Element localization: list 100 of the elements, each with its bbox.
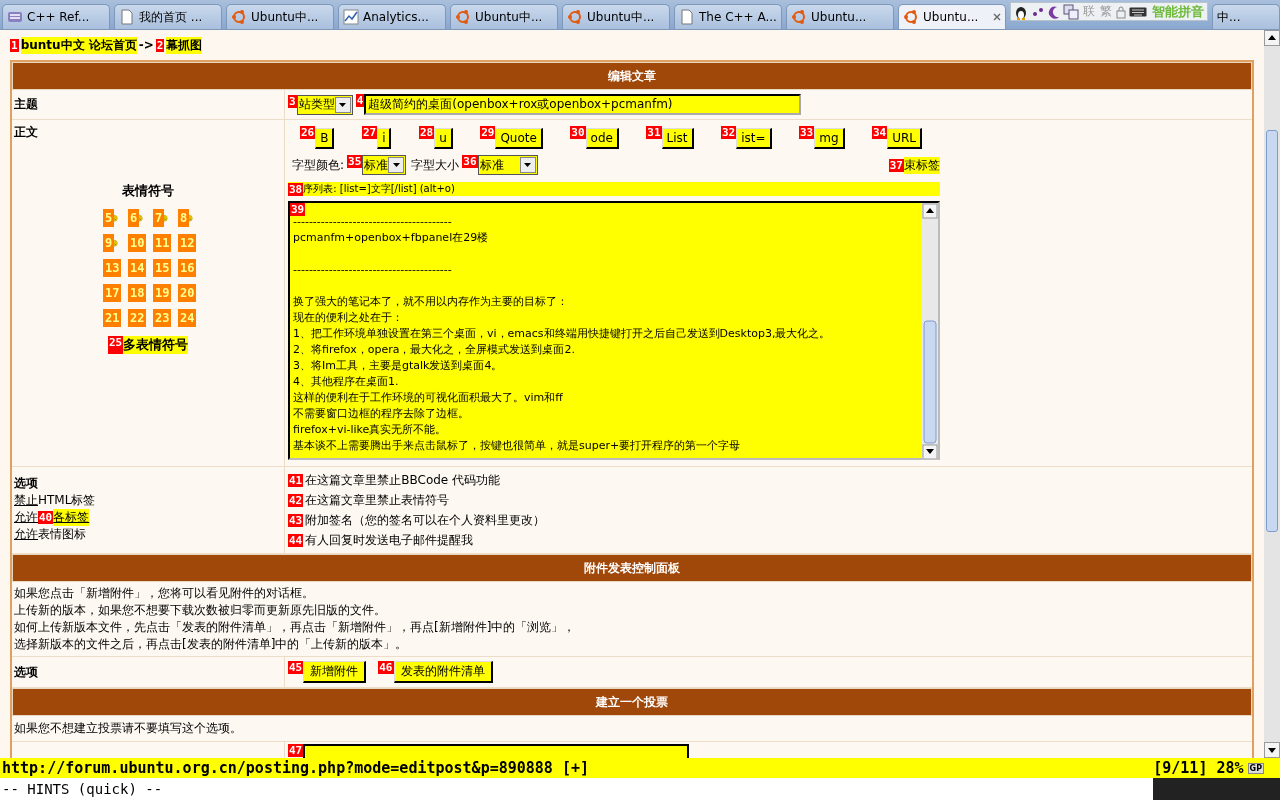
checkbox-label: 附加签名（您的签名可以在个人资料里更改）: [305, 511, 546, 529]
browser-tab[interactable]: C++ Ref...: [2, 4, 110, 29]
smilies-heading: 表情符号: [121, 182, 175, 200]
message-textarea[interactable]: 39 ---------------------------------------- pcmanfm+openbox+fbpanel在29楼 ---------------------------------------- 换了强大的笔记本了，就不用以内存作为主要的目标了： 现在的便利之处在于： 1、把工作环境单独设置在第三个桌面，vi，emacs和终端用快捷键打开之后自己发送到Desktop3,最大化之。 2、将firefox，opera，最大化之，全屏模式发送到桌面2. 3、将Im工具，主要是gtalk发送到桌面4。 4、其他程序在桌面1. 这样的便利在于工作环境的可视化面积最大了。vim和ff 不需要窗口边框的程序去除了边框。 firefox+vi-like真实无所不能。 基本谈不上需要腾出手来点击鼠标了，按键也很简单，就是super+要打开程序的第一个字母: [288, 201, 940, 460]
chart-icon: [343, 9, 359, 25]
hint-label: 45: [288, 661, 304, 674]
hint-label: 32: [720, 126, 737, 139]
format-button[interactable]: B: [315, 128, 335, 149]
option-link[interactable]: 允许: [14, 509, 38, 526]
hint-label: 23: [153, 309, 172, 327]
checkbox-label: 在这篇文章里禁止表情符号: [305, 491, 450, 509]
section-header: 编辑文章: [12, 62, 1252, 90]
option-link[interactable]: 禁止: [14, 492, 38, 509]
browser-tab[interactable]: Ubuntu中...: [450, 4, 558, 29]
hint-label: 1: [10, 38, 19, 52]
hint-label: 25: [107, 336, 124, 354]
hint-label: 28: [418, 126, 435, 139]
browser-tab[interactable]: 中...: [1212, 4, 1280, 29]
moon-icon: [1048, 4, 1060, 19]
scroll-down-icon[interactable]: [1264, 742, 1280, 758]
hint-label: 30: [570, 126, 586, 139]
browser-tab[interactable]: The C++ A...: [674, 4, 782, 29]
hint-label: 7: [153, 209, 165, 227]
scroll-position: [9/11] 28%: [1153, 759, 1244, 777]
close-tags-link[interactable]: 束标签: [904, 156, 940, 174]
hint-label: 34: [871, 126, 888, 139]
breadcrumb-separator: ->: [138, 38, 154, 52]
browser-tab[interactable]: Ubuntu...: [898, 4, 1006, 29]
attachment-help-text: 如何上传新版本文件，先点击「发表的附件清单」，再点击「新增附件」，再点[新增附件]中的「浏览」，: [14, 619, 577, 636]
hint-label: 8: [178, 209, 190, 227]
font-color-select[interactable]: 标准: [362, 155, 407, 175]
field-label: 选项: [14, 475, 39, 492]
hint-label: 26: [300, 126, 316, 139]
hint-label: 10: [128, 234, 147, 252]
field-label: 字型颜色:: [292, 156, 345, 174]
hint-label: 2: [155, 38, 165, 52]
hint-label: 20: [178, 284, 197, 302]
browser-tab[interactable]: Ubuntu...: [786, 4, 894, 29]
hint-label: 46: [378, 661, 394, 674]
hint-label: 17: [103, 284, 122, 302]
hint-label: 9: [103, 234, 115, 252]
hint-label: 4: [355, 94, 365, 107]
lock-icon: [1116, 4, 1126, 19]
field-label: 主题: [14, 96, 39, 113]
breadcrumb-link[interactable]: 幕抓图: [166, 36, 203, 54]
browser-tab[interactable]: Ubuntu中...: [562, 4, 670, 29]
hint-label: 43: [288, 513, 304, 527]
hint-label: 22: [128, 309, 147, 327]
format-button[interactable]: ist=: [736, 128, 772, 149]
format-button[interactable]: URL: [887, 128, 922, 149]
format-button[interactable]: Quote: [495, 128, 543, 149]
scrollbar[interactable]: [1264, 30, 1280, 758]
ubuntu-icon: [903, 9, 919, 25]
hint-label: 14: [128, 259, 147, 277]
subject-field[interactable]: 超级简约的桌面(openbox+rox或openbox+pcmanfm): [364, 94, 802, 115]
breadcrumb-link[interactable]: buntu中文 论坛首页: [20, 36, 137, 54]
hint-label: 6: [128, 209, 140, 227]
option-link[interactable]: 各标签: [53, 509, 90, 526]
hint-label: 31: [646, 126, 662, 139]
format-button[interactable]: u: [434, 128, 453, 149]
field-label: 字型大小: [411, 156, 460, 174]
hint-label: 18: [128, 284, 147, 302]
hint-label: 24: [178, 309, 197, 327]
url-text: http://forum.ubuntu.org.cn/posting.php?mode=editpost&p=890888 [+]: [2, 759, 590, 777]
help-text: 序列表: [list=]文字[/list] (alt+o): [303, 182, 455, 196]
format-button[interactable]: ode: [585, 128, 619, 149]
browser-tab[interactable]: 我的首页 ...: [114, 4, 222, 29]
option-link[interactable]: 允许: [14, 526, 38, 543]
browser-tab[interactable]: Analytics...: [338, 4, 446, 29]
attachment-button[interactable]: 新增附件: [303, 661, 367, 683]
format-button[interactable]: List: [661, 128, 694, 149]
format-button[interactable]: mg: [814, 128, 845, 149]
hint-label: 41: [288, 473, 304, 487]
option-note: 表情图标: [38, 526, 86, 543]
ubuntu-icon: [791, 9, 807, 25]
hint-label: 27: [361, 126, 378, 139]
format-button[interactable]: i: [377, 128, 392, 149]
status-badge: GP: [1247, 762, 1264, 774]
hint-label: 36: [462, 155, 478, 168]
section-header: 附件发表控制面板: [12, 554, 1252, 582]
hint-label: 33: [798, 126, 815, 139]
option-note: HTML标签: [38, 492, 96, 509]
browser-tab[interactable]: Ubuntu中...: [226, 4, 334, 29]
hint-label: 13: [103, 259, 122, 277]
section-header: 建立一个投票: [12, 688, 1252, 716]
attachment-help-text: 选择新版本的文件之后，再点击[发表的附件清单]中的「上传新的版本」。: [14, 636, 409, 653]
post-type-select[interactable]: 站类型: [296, 94, 353, 115]
ubuntu-icon: [567, 9, 583, 25]
font-size-select[interactable]: 标准: [477, 155, 538, 175]
poll-note: 如果您不想建立投票请不要填写这个选项。: [12, 716, 1252, 742]
more-smilies-link[interactable]: 多表情符号: [123, 336, 189, 354]
hint-label: 40: [38, 511, 54, 524]
dropdown-arrow-icon: [392, 163, 400, 167]
command-line-text: -- HINTS (quick) --: [2, 781, 164, 797]
attachment-button[interactable]: 发表的附件清单: [393, 661, 493, 683]
page-icon: [119, 9, 135, 25]
dropdown-arrow-icon: [524, 163, 532, 167]
scroll-up-icon[interactable]: [1264, 30, 1280, 46]
hint-label: 37: [888, 158, 904, 172]
hint-label: 47: [288, 744, 304, 757]
